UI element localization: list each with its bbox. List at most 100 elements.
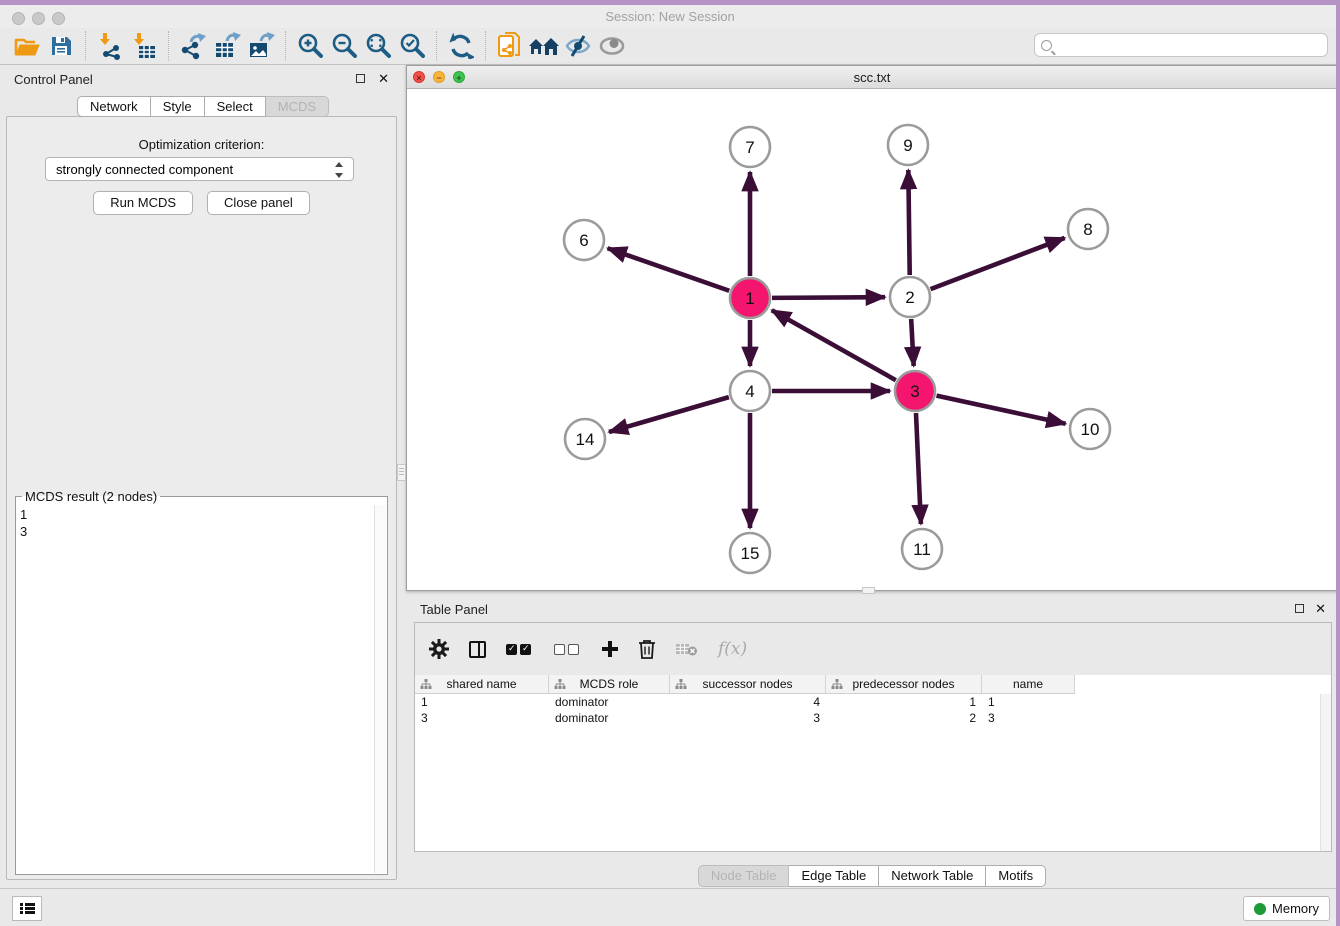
network-graph-canvas[interactable]: 7 9 6 8 1 2 4 3 14 10 15 11 [407, 89, 1337, 590]
deselect-all-columns-button[interactable] [554, 634, 582, 664]
zoom-out-button[interactable] [327, 31, 361, 61]
table-tabs: Node Table Edge Table Network Table Moti… [406, 865, 1338, 887]
export-network-button[interactable] [176, 31, 210, 61]
table-panel-title: Table Panel [420, 602, 488, 617]
graph-edge-4-14[interactable] [609, 397, 729, 432]
svg-text:4: 4 [745, 382, 754, 401]
table-row[interactable]: 3dominator323 [415, 710, 1331, 726]
table-toolbar: f(x) [415, 623, 1331, 675]
first-neighbors-button[interactable] [527, 31, 561, 61]
run-mcds-button[interactable]: Run MCDS [93, 191, 193, 215]
graph-node-11[interactable]: 11 [902, 529, 942, 569]
open-session-button[interactable] [10, 31, 44, 61]
mcds-result-scrollbar[interactable] [374, 505, 386, 873]
import-network-button[interactable] [93, 31, 127, 61]
table-cell[interactable]: 1 [982, 694, 1075, 710]
function-builder-button[interactable]: f(x) [718, 634, 747, 664]
float-panel-icon[interactable] [356, 74, 365, 83]
zoom-fit-button[interactable] [361, 31, 395, 61]
criterion-dropdown[interactable]: strongly connected component [45, 157, 354, 181]
graph-node-8[interactable]: 8 [1068, 209, 1108, 249]
search-field[interactable] [1034, 33, 1328, 57]
delete-column-button[interactable] [638, 634, 656, 664]
table-cell[interactable]: 1 [415, 694, 549, 710]
graph-edge-1-2[interactable] [772, 297, 885, 298]
zoom-selected-button[interactable] [395, 31, 429, 61]
graph-edge-3-1[interactable] [772, 310, 896, 380]
column-header-shared-name[interactable]: shared name [415, 675, 549, 694]
svg-text:10: 10 [1081, 420, 1100, 439]
network-window-titlebar[interactable]: × − + scc.txt [407, 66, 1337, 89]
graph-node-10[interactable]: 10 [1070, 409, 1110, 449]
graph-edge-2-8[interactable] [931, 238, 1065, 289]
tab-network-table[interactable]: Network Table [879, 865, 986, 887]
tab-motifs[interactable]: Motifs [986, 865, 1046, 887]
graph-edge-3-11[interactable] [916, 413, 921, 524]
tab-style[interactable]: Style [151, 96, 205, 117]
zoom-out-icon [330, 32, 358, 60]
graph-edge-3-10[interactable] [936, 396, 1065, 424]
chevron-up-down-icon [334, 162, 345, 178]
table-cell[interactable]: 3 [982, 710, 1075, 726]
select-all-columns-button[interactable] [506, 634, 534, 664]
zoom-in-button[interactable] [293, 31, 327, 61]
refresh-button[interactable] [444, 31, 478, 61]
show-hidden-button[interactable] [595, 31, 629, 61]
graph-node-15[interactable]: 15 [730, 533, 770, 573]
delete-table-button[interactable] [676, 634, 698, 664]
table-row[interactable]: 1dominator411 [415, 694, 1331, 710]
clone-network-icon [497, 31, 523, 61]
import-table-button[interactable] [127, 31, 161, 61]
table-scrollbar[interactable] [1320, 694, 1331, 851]
export-table-button[interactable] [210, 31, 244, 61]
table-cell[interactable]: dominator [549, 694, 670, 710]
graph-node-1[interactable]: 1 [730, 278, 770, 318]
tab-select[interactable]: Select [205, 96, 266, 117]
table-cell[interactable]: 1 [826, 694, 982, 710]
clone-network-button[interactable] [493, 31, 527, 61]
graph-node-2[interactable]: 2 [890, 277, 930, 317]
task-history-button[interactable] [12, 896, 42, 921]
mcds-result-list[interactable]: 1 3 [20, 506, 27, 540]
graph-node-14[interactable]: 14 [565, 419, 605, 459]
open-folder-icon [14, 34, 40, 58]
search-input[interactable] [1058, 36, 1327, 54]
memory-button[interactable]: Memory [1243, 896, 1330, 921]
column-header-successor-nodes[interactable]: successor nodes [670, 675, 826, 694]
hierarchy-icon [554, 679, 566, 690]
graph-node-4[interactable]: 4 [730, 371, 770, 411]
float-panel-icon[interactable] [1295, 604, 1304, 613]
graph-edge-2-3[interactable] [911, 319, 914, 366]
table-cell[interactable]: 2 [826, 710, 982, 726]
tab-edge-table[interactable]: Edge Table [789, 865, 879, 887]
hide-selected-button[interactable] [561, 31, 595, 61]
table-cell[interactable]: 4 [670, 694, 826, 710]
table-cell[interactable]: dominator [549, 710, 670, 726]
column-header-predecessor-nodes[interactable]: predecessor nodes [826, 675, 982, 694]
column-header-name[interactable]: name [982, 675, 1075, 694]
graph-node-9[interactable]: 9 [888, 125, 928, 165]
graph-node-3[interactable]: 3 [895, 371, 935, 411]
panel-splitter-grip[interactable] [397, 464, 406, 481]
tab-node-table[interactable]: Node Table [698, 865, 790, 887]
table-settings-button[interactable] [429, 634, 449, 664]
graph-edge-2-9[interactable] [908, 170, 909, 275]
graph-edge-1-6[interactable] [608, 248, 730, 290]
table-cell[interactable]: 3 [670, 710, 826, 726]
close-panel-button[interactable]: Close panel [207, 191, 310, 215]
close-panel-icon[interactable]: ✕ [1315, 601, 1326, 617]
table-cell[interactable]: 3 [415, 710, 549, 726]
save-session-button[interactable] [44, 31, 78, 61]
graph-node-7[interactable]: 7 [730, 127, 770, 167]
node-table-container: f(x) shared nameMCDS rolesuccessor nodes… [414, 622, 1332, 852]
graph-node-6[interactable]: 6 [564, 220, 604, 260]
export-image-button[interactable] [244, 31, 278, 61]
close-panel-icon[interactable]: ✕ [378, 71, 389, 87]
create-column-button[interactable] [602, 634, 618, 664]
show-column-button[interactable] [469, 634, 486, 664]
tab-network[interactable]: Network [77, 96, 151, 117]
tab-mcds[interactable]: MCDS [266, 96, 329, 117]
unchecked-box-icon [554, 644, 565, 655]
column-header-MCDS-role[interactable]: MCDS role [549, 675, 670, 694]
horizontal-splitter-grip[interactable] [862, 587, 875, 594]
